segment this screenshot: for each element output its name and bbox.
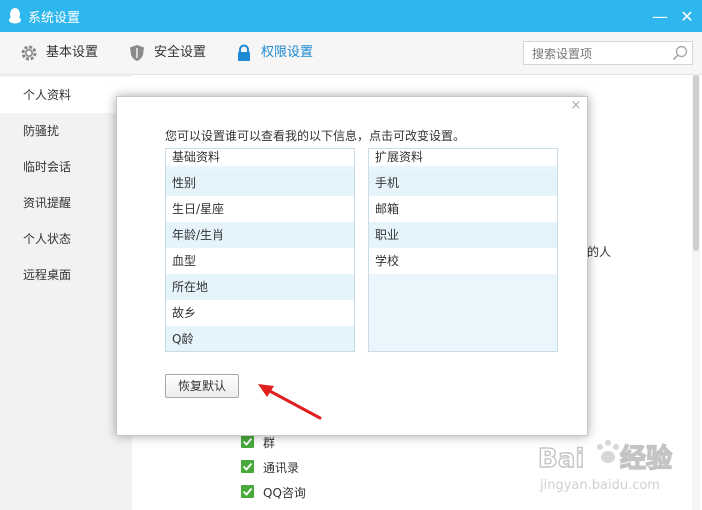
list-item-birthday[interactable]: 生日/星座 bbox=[166, 196, 354, 222]
list-item-occupation[interactable]: 职业 bbox=[369, 222, 557, 248]
privacy-dialog: × 您可以设置谁可以查看我的以下信息，点击可改变设置。 基础资料 性别 生日/星… bbox=[116, 96, 588, 436]
extended-info-list: 扩展资料 手机 邮箱 职业 学校 bbox=[368, 148, 558, 352]
dialog-close-button[interactable]: × bbox=[569, 99, 583, 113]
gear-icon bbox=[21, 45, 37, 61]
checkmark-icon bbox=[242, 487, 253, 496]
tab-basic-settings[interactable]: 基本设置 bbox=[20, 43, 100, 63]
restore-default-button[interactable]: 恢复默认 bbox=[165, 374, 239, 398]
sidebar-item-temp-session[interactable]: 临时会话 bbox=[0, 149, 132, 185]
list-item-age[interactable]: 年龄/生肖 bbox=[166, 222, 354, 248]
dialog-intro-text: 您可以设置谁可以查看我的以下信息，点击可改变设置。 bbox=[165, 129, 466, 143]
sidebar-item-personal-info[interactable]: 个人资料 bbox=[0, 77, 132, 113]
checkbox-label: QQ咨询 bbox=[263, 486, 306, 500]
list-header: 基础资料 bbox=[166, 149, 354, 166]
checkbox-qq-consult[interactable] bbox=[241, 485, 254, 498]
title-bar: 系统设置 — ✕ bbox=[0, 0, 702, 32]
checkbox-label: 群 bbox=[263, 436, 276, 450]
checkmark-icon bbox=[242, 462, 253, 471]
list-item-phone[interactable]: 手机 bbox=[369, 170, 557, 196]
partial-text: 的人 bbox=[587, 245, 612, 259]
baidu-watermark-logo: Bai 经验 jingyan.baidu.com bbox=[537, 440, 673, 493]
sidebar: 个人资料 防骚扰 临时会话 资讯提醒 个人状态 远程桌面 bbox=[0, 75, 132, 510]
checkbox-contacts[interactable] bbox=[241, 460, 254, 473]
scrollbar-thumb[interactable] bbox=[693, 75, 699, 251]
search-box[interactable] bbox=[523, 41, 693, 65]
close-window-button[interactable]: ✕ bbox=[675, 6, 699, 28]
svg-text:经验: 经验 bbox=[620, 443, 672, 474]
annotation-arrow bbox=[258, 384, 322, 420]
list-item-location[interactable]: 所在地 bbox=[166, 274, 354, 300]
tab-label: 权限设置 bbox=[261, 45, 314, 60]
sidebar-item-news-reminder[interactable]: 资讯提醒 bbox=[0, 185, 132, 221]
checkbox-label: 通讯录 bbox=[263, 461, 300, 475]
list-item-hometown[interactable]: 故乡 bbox=[166, 300, 354, 326]
minimize-button[interactable]: — bbox=[648, 8, 672, 26]
search-icon[interactable] bbox=[672, 45, 688, 61]
lock-icon bbox=[238, 44, 250, 61]
sidebar-item-anti-harassment[interactable]: 防骚扰 bbox=[0, 113, 132, 149]
settings-toolbar: 基本设置 安全设置 权限设置 bbox=[0, 32, 702, 75]
list-item-school[interactable]: 学校 bbox=[369, 248, 557, 274]
shield-icon bbox=[130, 45, 144, 61]
list-item-gender[interactable]: 性别 bbox=[166, 170, 354, 196]
tab-label: 基本设置 bbox=[46, 45, 99, 60]
search-input[interactable] bbox=[530, 44, 664, 64]
list-item-q-age[interactable]: Q龄 bbox=[166, 326, 354, 351]
basic-info-list: 基础资料 性别 生日/星座 年龄/生肖 血型 所在地 故乡 Q龄 bbox=[165, 148, 355, 352]
window-title: 系统设置 bbox=[28, 11, 81, 26]
list-item-blood-type[interactable]: 血型 bbox=[166, 248, 354, 274]
list-item-email[interactable]: 邮箱 bbox=[369, 196, 557, 222]
list-header: 扩展资料 bbox=[369, 149, 557, 166]
tab-permission-settings[interactable]: 权限设置 bbox=[235, 43, 315, 63]
svg-text:Bai: Bai bbox=[538, 444, 584, 474]
sidebar-item-remote-desktop[interactable]: 远程桌面 bbox=[0, 257, 132, 293]
qq-penguin-icon bbox=[9, 8, 21, 24]
checkmark-icon bbox=[242, 437, 253, 446]
svg-text:jingyan.baidu.com: jingyan.baidu.com bbox=[539, 478, 660, 493]
tab-security-settings[interactable]: 安全设置 bbox=[128, 43, 208, 63]
sidebar-item-personal-status[interactable]: 个人状态 bbox=[0, 221, 132, 257]
checkbox-group[interactable] bbox=[241, 435, 254, 448]
tab-label: 安全设置 bbox=[154, 45, 207, 60]
